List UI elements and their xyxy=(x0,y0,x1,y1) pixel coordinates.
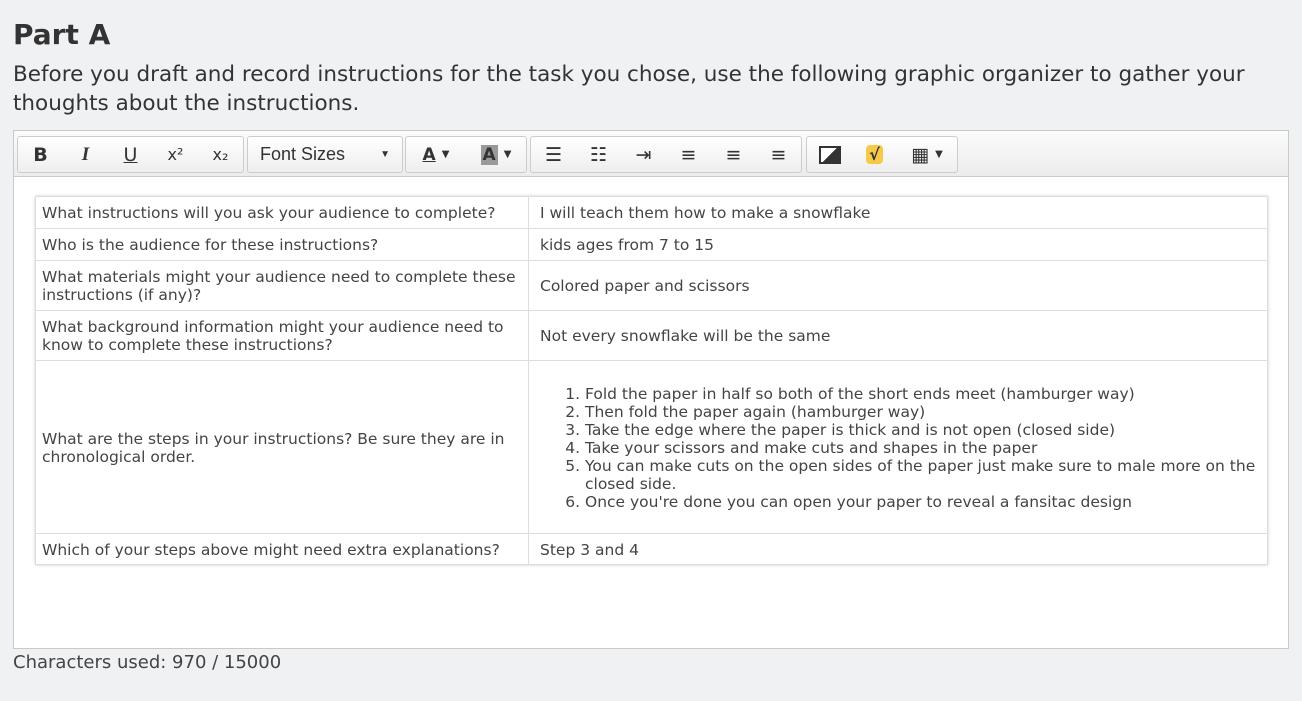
chevron-down-icon: ▼ xyxy=(503,149,512,160)
chevron-down-icon: ▼ xyxy=(935,149,943,160)
answer-cell[interactable]: I will teach them how to make a snowflak… xyxy=(528,196,1268,229)
table-row: What instructions will you ask your audi… xyxy=(35,196,1268,229)
chevron-down-icon: ▼ xyxy=(380,149,390,160)
table-row: What materials might your audience need … xyxy=(35,260,1268,311)
step-item: Take the edge where the paper is thick a… xyxy=(585,421,1261,439)
question-cell: What instructions will you ask your audi… xyxy=(35,196,529,229)
equation-button[interactable]: √ xyxy=(852,137,897,172)
text-color-icon: A xyxy=(422,144,436,165)
rich-text-editor[interactable]: B I U x² x₂ Font Sizes ▼ A ▼ A ▼ ☰ ☷ ⇥ ≡ … xyxy=(13,130,1289,649)
image-icon xyxy=(818,145,841,164)
table-row: What are the steps in your instructions?… xyxy=(35,360,1268,534)
table-row: Which of your steps above might need ext… xyxy=(35,533,1268,565)
question-cell: Which of your steps above might need ext… xyxy=(35,533,529,565)
answer-cell[interactable]: Not every snowflake will be the same xyxy=(528,310,1268,361)
chevron-down-icon: ▼ xyxy=(441,149,450,160)
align-right-button[interactable]: ≡ xyxy=(756,137,801,172)
step-item: You can make cuts on the open sides of t… xyxy=(585,457,1261,493)
answer-cell[interactable]: Fold the paper in half so both of the sh… xyxy=(528,360,1268,534)
step-item: Once you're done you can open your paper… xyxy=(585,493,1261,511)
step-item: Take your scissors and make cuts and sha… xyxy=(585,439,1261,457)
font-sizes-label: Font Sizes xyxy=(260,144,346,164)
italic-button[interactable]: I xyxy=(63,137,108,172)
underline-button[interactable]: U xyxy=(108,137,153,172)
character-count: Characters used: 970 / 15000 xyxy=(13,652,282,673)
text-color-button[interactable]: A ▼ xyxy=(406,137,466,172)
background-color-icon: A xyxy=(480,144,498,165)
question-cell: What background information might your a… xyxy=(35,310,529,361)
indent-button[interactable]: ⇥ xyxy=(621,137,666,172)
superscript-button[interactable]: x² xyxy=(153,137,198,172)
bullet-list-icon: ☰ xyxy=(544,143,563,166)
step-item: Fold the paper in half so both of the sh… xyxy=(585,385,1261,403)
page-title: Part A xyxy=(13,18,111,51)
font-sizes-dropdown[interactable]: Font Sizes ▼ xyxy=(248,137,402,172)
organizer-table: What instructions will you ask your audi… xyxy=(35,196,1268,565)
align-right-icon: ≡ xyxy=(770,143,787,166)
indent-icon: ⇥ xyxy=(635,143,652,166)
answer-cell[interactable]: kids ages from 7 to 15 xyxy=(528,228,1268,261)
editor-toolbar: B I U x² x₂ Font Sizes ▼ A ▼ A ▼ ☰ ☷ ⇥ ≡ … xyxy=(14,131,1288,177)
table-button[interactable]: ▦ ▼ xyxy=(897,137,957,172)
background-color-button[interactable]: A ▼ xyxy=(466,137,526,172)
table-row: Who is the audience for these instructio… xyxy=(35,228,1268,261)
editor-content[interactable]: What instructions will you ask your audi… xyxy=(35,196,1268,565)
square-root-icon: √ xyxy=(866,145,883,164)
instructions-text: Before you draft and record instructions… xyxy=(13,62,1245,116)
steps-list: Fold the paper in half so both of the sh… xyxy=(540,385,1261,511)
question-cell: What are the steps in your instructions?… xyxy=(35,360,529,534)
subscript-button[interactable]: x₂ xyxy=(198,137,243,172)
answer-cell[interactable]: Colored paper and scissors xyxy=(528,260,1268,311)
numbered-list-button[interactable]: ☷ xyxy=(576,137,621,172)
bullet-list-button[interactable]: ☰ xyxy=(531,137,576,172)
insert-image-button[interactable] xyxy=(807,137,852,172)
question-cell: Who is the audience for these instructio… xyxy=(35,228,529,261)
table-icon: ▦ xyxy=(911,143,930,166)
question-cell: What materials might your audience need … xyxy=(35,260,529,311)
align-center-button[interactable]: ≡ xyxy=(711,137,756,172)
align-center-icon: ≡ xyxy=(725,143,742,166)
bold-button[interactable]: B xyxy=(18,137,63,172)
table-row: What background information might your a… xyxy=(35,310,1268,361)
step-item: Then fold the paper again (hamburger way… xyxy=(585,403,1261,421)
numbered-list-icon: ☷ xyxy=(589,143,608,166)
align-left-icon: ≡ xyxy=(680,143,697,166)
answer-cell[interactable]: Step 3 and 4 xyxy=(528,533,1268,565)
align-left-button[interactable]: ≡ xyxy=(666,137,711,172)
